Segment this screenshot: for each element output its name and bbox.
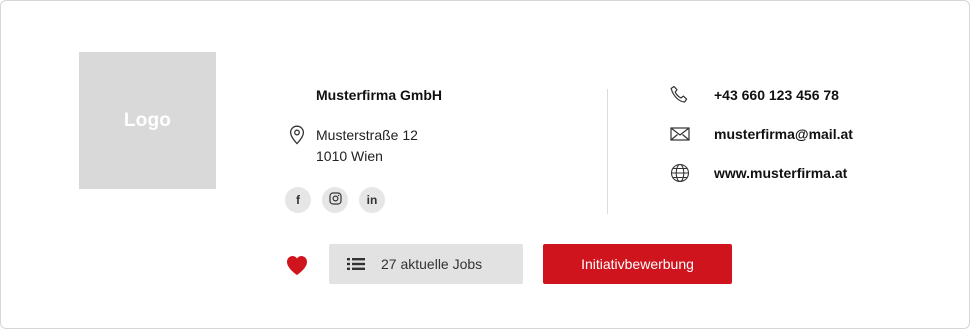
linkedin-icon: in (366, 193, 378, 207)
apply-button-label: Initiativbewerbung (581, 256, 694, 272)
email-address[interactable]: musterfirma@mail.at (714, 126, 853, 142)
facebook-link[interactable]: f (285, 187, 311, 213)
initiative-application-button[interactable]: Initiativbewerbung (543, 244, 732, 284)
phone-number[interactable]: +43 660 123 456 78 (714, 87, 839, 103)
company-name: Musterfirma GmbH (316, 87, 443, 103)
location-pin-icon (288, 125, 306, 145)
company-logo: Logo (79, 52, 216, 189)
list-icon (347, 257, 365, 271)
jobs-button-label: 27 aktuelle Jobs (381, 256, 483, 272)
globe-icon (669, 162, 691, 184)
social-links: f in (285, 187, 385, 213)
jobs-button[interactable]: 27 aktuelle Jobs (329, 244, 523, 284)
mail-icon (669, 123, 691, 145)
address-city: 1010 Wien (316, 148, 383, 164)
linkedin-link[interactable]: in (359, 187, 385, 213)
address-block: Musterstraße 12 1010 Wien (288, 125, 418, 167)
company-card: Logo Musterfirma GmbH Musterstraße 12 10… (0, 0, 970, 329)
instagram-icon (328, 192, 342, 208)
phone-icon (669, 84, 691, 106)
contact-phone[interactable]: +43 660 123 456 78 (669, 84, 839, 106)
address-street: Musterstraße 12 (316, 127, 418, 143)
contact-website[interactable]: www.musterfirma.at (669, 162, 847, 184)
contact-email[interactable]: musterfirma@mail.at (669, 123, 853, 145)
favorite-heart-icon[interactable] (285, 254, 309, 276)
vertical-divider (607, 89, 608, 214)
website-url[interactable]: www.musterfirma.at (714, 165, 847, 181)
instagram-link[interactable] (322, 187, 348, 213)
logo-text: Logo (123, 109, 172, 131)
facebook-icon: f (296, 193, 300, 207)
address-lines: Musterstraße 12 1010 Wien (316, 125, 418, 167)
